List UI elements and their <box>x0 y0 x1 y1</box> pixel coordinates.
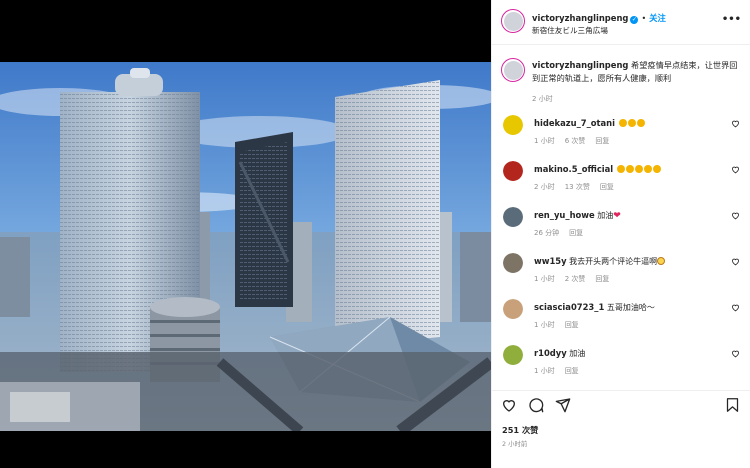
clap-emoji-icon <box>643 165 652 173</box>
caption-avatar[interactable] <box>501 58 525 82</box>
comment-meta: 2 小时 13 次赞 回复 <box>534 182 624 192</box>
comment-like-heart-icon[interactable] <box>731 303 740 312</box>
commenter-username[interactable]: hidekazu_7_otani <box>534 118 615 128</box>
clap-emoji-icon <box>627 119 636 127</box>
comment-item: ww15y 我去开头两个评论牛逼啊 1 小时 2 次赞 回复 <box>492 253 750 295</box>
clap-emoji-icon <box>616 165 625 173</box>
clap-emoji-icon <box>618 119 627 127</box>
commenter-username[interactable]: sciascia0723_1 <box>534 302 604 312</box>
reply-button[interactable]: 回复 <box>565 321 579 329</box>
commenter-username[interactable]: ren_yu_howe <box>534 210 595 220</box>
comment-line: makino.5_official <box>534 164 730 174</box>
commenter-avatar[interactable] <box>503 299 523 319</box>
caption-text-block: victoryzhanglinpeng 希望疫情早点结束，让世界回到正常的轨道上… <box>532 59 742 85</box>
comment-meta: 1 小时 6 次赞 回复 <box>534 136 619 146</box>
commenter-username[interactable]: ww15y <box>534 256 567 266</box>
comment-likes[interactable]: 2 次赞 <box>565 275 586 283</box>
clap-emoji-icon <box>625 165 634 173</box>
reply-button[interactable]: 回复 <box>569 229 583 237</box>
separator-dot: • <box>641 14 647 23</box>
comment-meta: 1 小时 回复 <box>534 320 589 330</box>
comment-time: 1 小时 <box>534 321 555 329</box>
clap-emoji-icon <box>634 165 643 173</box>
more-icon[interactable]: ••• <box>722 14 741 25</box>
comment-line: r10dyy 加油 <box>534 348 730 359</box>
red-heart-emoji-icon: ❤ <box>613 211 621 221</box>
comment-item: r10dyy 加油 1 小时 回复 <box>492 345 750 387</box>
comment-item: sciascia0723_1 五哥加油哈～ 1 小时 回复 <box>492 299 750 341</box>
commenter-avatar[interactable] <box>503 253 523 273</box>
caption-time: 2 小时 <box>532 95 553 103</box>
comment-icon[interactable] <box>528 397 544 413</box>
reply-button[interactable]: 回复 <box>595 137 609 145</box>
commenter-username[interactable]: r10dyy <box>534 348 567 358</box>
comment-time: 1 小时 <box>534 137 555 145</box>
comment-text: 加油 <box>597 211 614 220</box>
commenter-avatar[interactable] <box>503 161 523 181</box>
commenter-avatar[interactable] <box>503 207 523 227</box>
comment-time: 2 小时 <box>534 183 555 191</box>
reply-button[interactable]: 回复 <box>565 367 579 375</box>
city-skyline-image <box>0 62 491 431</box>
commenter-avatar[interactable] <box>503 345 523 365</box>
comment-text: 五哥加油哈～ <box>606 303 655 312</box>
comment-time: 1 小时 <box>534 275 555 283</box>
post-time: 2 小时前 <box>502 440 528 448</box>
bookmark-icon[interactable] <box>725 397 740 413</box>
post-photo[interactable] <box>0 0 491 468</box>
comment-meta: 1 小时 2 次赞 回复 <box>534 274 619 284</box>
comment-like-heart-icon[interactable] <box>731 165 740 174</box>
comment-like-heart-icon[interactable] <box>731 349 740 358</box>
heart-icon[interactable] <box>501 397 517 413</box>
comment-item: hidekazu_7_otani 1 小时 6 次赞 回复 <box>492 115 750 157</box>
post-actions: 251 次赞 2 小时前 <box>492 390 750 468</box>
reply-button[interactable]: 回复 <box>595 275 609 283</box>
post-location[interactable]: 新宿住友ビル三角広場 <box>532 25 608 36</box>
share-icon[interactable] <box>555 397 571 413</box>
comment-time: 1 小时 <box>534 367 555 375</box>
comment-time: 26 分钟 <box>534 229 560 237</box>
verified-badge-icon: ✓ <box>630 16 639 24</box>
comment-line: ren_yu_howe 加油❤ <box>534 210 730 221</box>
comment-line: ww15y 我去开头两个评论牛逼啊 <box>534 256 730 267</box>
comment-item: ren_yu_howe 加油❤ 26 分钟 回复 <box>492 207 750 249</box>
commenter-avatar[interactable] <box>503 115 523 135</box>
clap-emoji-icon <box>636 119 645 127</box>
comment-line: sciascia0723_1 五哥加油哈～ <box>534 302 730 313</box>
author-avatar[interactable] <box>501 9 525 33</box>
comment-likes[interactable]: 6 次赞 <box>565 137 586 145</box>
likes-count[interactable]: 251 次赞 <box>502 424 538 436</box>
comment-likes[interactable]: 13 次赞 <box>565 183 590 191</box>
post-header: victoryzhanglinpeng ✓ • 关注 新宿住友ビル三角広場 ••• <box>492 0 750 45</box>
comment-like-heart-icon[interactable] <box>731 257 740 266</box>
comment-text: 我去开头两个评论牛逼啊 <box>569 257 658 266</box>
comment-text: 加油 <box>569 349 586 358</box>
caption-username[interactable]: victoryzhanglinpeng <box>532 60 628 70</box>
comment-line: hidekazu_7_otani <box>534 118 730 128</box>
laugh-emoji-icon <box>657 257 666 265</box>
comment-meta: 1 小时 回复 <box>534 366 589 376</box>
commenter-username[interactable]: makino.5_official <box>534 164 613 174</box>
post-side-panel: victoryzhanglinpeng ✓ • 关注 新宿住友ビル三角広場 ••• v… <box>491 0 750 468</box>
reply-button[interactable]: 回复 <box>600 183 614 191</box>
comment-item: makino.5_official 2 小时 13 次赞 回复 <box>492 161 750 203</box>
comment-like-heart-icon[interactable] <box>731 119 740 128</box>
comment-like-heart-icon[interactable] <box>731 211 740 220</box>
comment-meta: 26 分钟 回复 <box>534 228 593 238</box>
clap-emoji-icon <box>652 165 661 173</box>
author-username[interactable]: victoryzhanglinpeng <box>532 13 628 23</box>
author-name-row: victoryzhanglinpeng ✓ • 关注 <box>532 12 666 24</box>
follow-button[interactable]: 关注 <box>649 13 666 23</box>
